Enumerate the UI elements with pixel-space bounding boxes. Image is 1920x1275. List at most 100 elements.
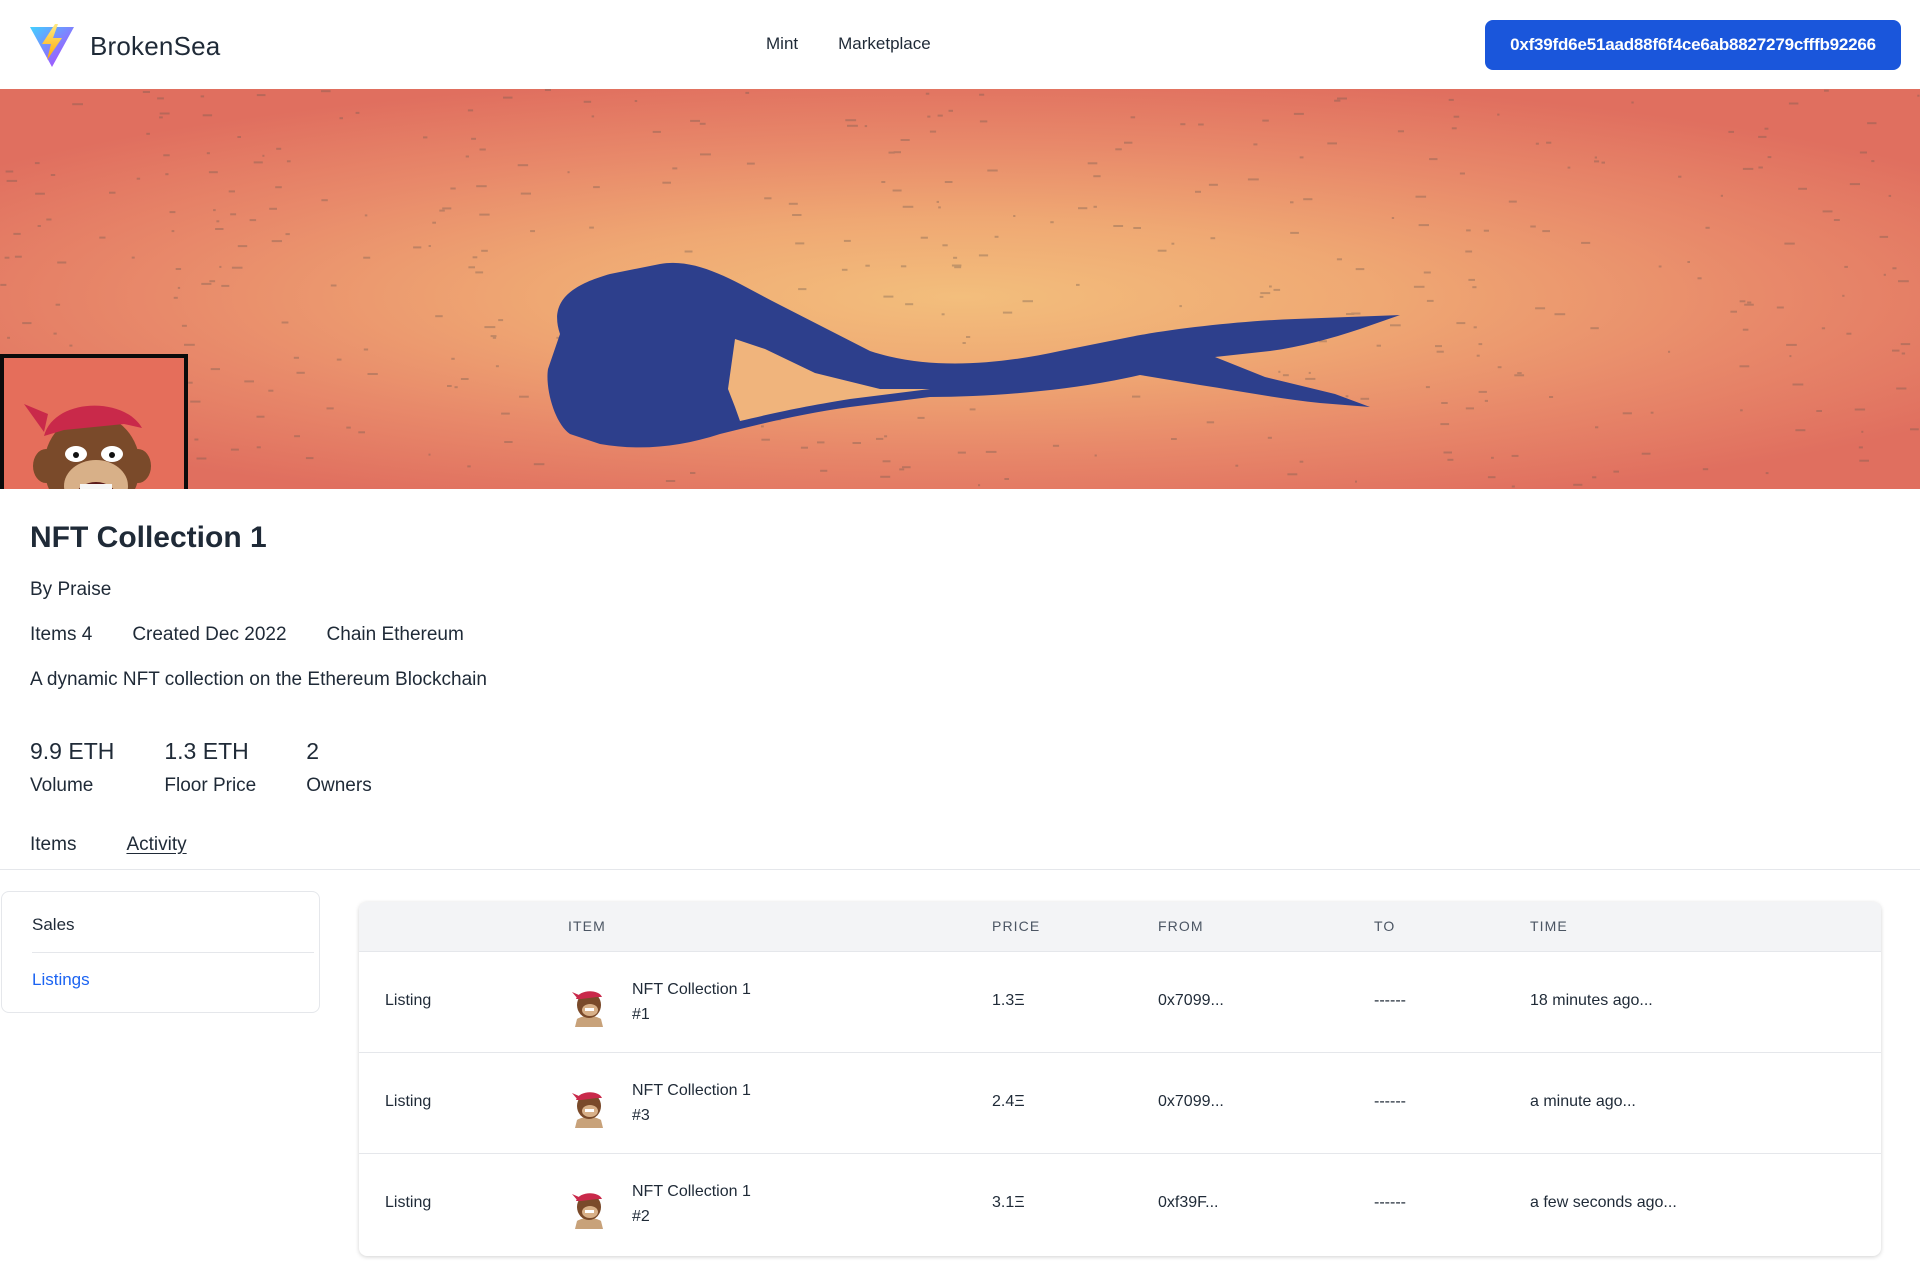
banner-speckle <box>544 89 551 91</box>
banner-speckle <box>1594 156 1597 159</box>
banner-speckle <box>467 109 474 112</box>
banner-speckle <box>330 284 337 287</box>
banner-speckle <box>662 181 671 184</box>
banner-speckle <box>1210 237 1216 240</box>
ape-avatar-image <box>4 358 184 489</box>
row-item-token: #1 <box>632 1006 650 1023</box>
banner-speckle <box>294 435 300 438</box>
banner-speckle <box>1508 200 1517 203</box>
table-row[interactable]: Listing NFT Collection 1 #1 1.3Ξ 0x7099.… <box>359 952 1881 1053</box>
row-time: a minute ago... <box>1530 1093 1636 1110</box>
header-price: PRICE <box>992 918 1041 934</box>
banner-speckle <box>1478 343 1483 346</box>
banner-speckle <box>1269 285 1272 288</box>
filter-listings[interactable]: Listings <box>32 970 90 990</box>
banner-speckle <box>1290 201 1294 204</box>
banner-speckle <box>37 225 41 227</box>
table-row[interactable]: Listing NFT Collection 1 #3 2.4Ξ 0x7099.… <box>359 1053 1881 1154</box>
banner-speckle <box>249 219 257 222</box>
banner-speckle <box>1758 166 1763 169</box>
banner-speckle <box>1764 127 1769 130</box>
banner-speckle <box>339 117 343 120</box>
banner-speckle <box>1415 195 1427 198</box>
banner-speckle <box>1901 352 1906 355</box>
banner-speckle <box>1413 285 1425 288</box>
banner-speckle <box>1113 225 1124 227</box>
row-item-name[interactable]: NFT Collection 1 <box>632 1082 751 1100</box>
banner-speckle <box>1730 310 1737 313</box>
banner-speckle <box>1795 429 1806 432</box>
banner-speckle <box>1720 194 1723 197</box>
banner-speckle <box>1549 396 1554 398</box>
banner-speckle <box>1282 374 1289 377</box>
banner-speckle <box>504 441 513 443</box>
banner-speckle <box>293 356 299 359</box>
banner-speckle <box>1267 436 1272 439</box>
tab-activity[interactable]: Activity <box>126 834 186 856</box>
nav-marketplace-link[interactable]: Marketplace <box>838 34 931 54</box>
table-row[interactable]: Listing NFT Collection 1 #2 3.1Ξ 0xf39F.… <box>359 1154 1881 1255</box>
collection-title: NFT Collection 1 <box>30 521 267 554</box>
stat-volume: 9.9 ETH Volume <box>30 738 114 797</box>
banner-speckle <box>1871 160 1875 163</box>
banner-speckle <box>484 326 496 329</box>
row-price: 3.1Ξ <box>992 1194 1025 1211</box>
banner-speckle <box>1858 446 1863 449</box>
banner-speckle <box>1744 303 1754 306</box>
banner-speckle <box>146 132 150 135</box>
row-item-name[interactable]: NFT Collection 1 <box>632 1183 751 1201</box>
banner-speckle <box>1816 410 1822 412</box>
banner-speckle <box>1867 122 1877 125</box>
banner-speckle <box>14 255 22 258</box>
banner-speckle <box>1429 158 1438 161</box>
brand[interactable]: BrokenSea <box>29 24 220 68</box>
stat-value: 1.3 ETH <box>164 738 249 764</box>
banner-speckle <box>1792 383 1804 386</box>
banner-speckle <box>202 114 213 117</box>
tab-items[interactable]: Items <box>30 834 76 856</box>
banner-speckle <box>530 230 535 233</box>
banner-speckle <box>5 170 14 173</box>
row-from[interactable]: 0xf39F... <box>1158 1194 1218 1212</box>
banner-speckle <box>1390 324 1401 327</box>
banner-speckle <box>471 137 476 140</box>
row-item-name[interactable]: NFT Collection 1 <box>632 981 751 999</box>
banner-speckle <box>1303 198 1313 201</box>
banner-speckle <box>1497 366 1502 369</box>
collection-description: A dynamic NFT collection on the Ethereum… <box>30 669 487 690</box>
banner-speckle <box>1784 242 1795 245</box>
nft-thumbnail <box>572 1092 603 1128</box>
banner-speckle <box>256 446 261 449</box>
banner-speckle <box>1554 313 1566 316</box>
banner-speckle <box>1497 113 1500 116</box>
banner-speckle <box>1087 162 1098 165</box>
header-time: TIME <box>1530 918 1568 934</box>
banner-speckle <box>902 466 911 469</box>
banner-speckle <box>962 342 966 344</box>
banner-speckle <box>1678 175 1682 178</box>
banner-speckle <box>876 437 884 440</box>
banner-speckle <box>1854 408 1866 411</box>
nav-mint-link[interactable]: Mint <box>766 34 798 54</box>
banner-speckle <box>1511 485 1515 488</box>
banner-speckle <box>1180 123 1186 126</box>
banner-speckle <box>1456 322 1466 325</box>
banner-speckle <box>1511 454 1519 457</box>
banner-speckle <box>190 400 201 403</box>
banner-speckle <box>136 177 141 180</box>
row-from[interactable]: 0x7099... <box>1158 992 1224 1010</box>
wallet-address-button[interactable]: 0xf39fd6e51aad88f6f4ce6ab8827279cfffb922… <box>1485 20 1901 70</box>
banner-speckle <box>285 233 290 236</box>
banner-speckle <box>1888 194 1892 197</box>
banner-speckle <box>53 332 57 335</box>
filter-sales[interactable]: Sales <box>32 915 75 935</box>
banner-speckle <box>451 357 455 360</box>
banner-speckle <box>1206 421 1215 424</box>
banner-speckle <box>1581 241 1591 244</box>
banner-speckle <box>1517 372 1522 375</box>
row-from[interactable]: 0x7099... <box>1158 1093 1224 1111</box>
banner-speckle <box>927 115 931 118</box>
banner-speckle <box>481 249 488 252</box>
banner-speckle <box>1345 395 1349 398</box>
banner-speckle <box>1278 370 1281 373</box>
